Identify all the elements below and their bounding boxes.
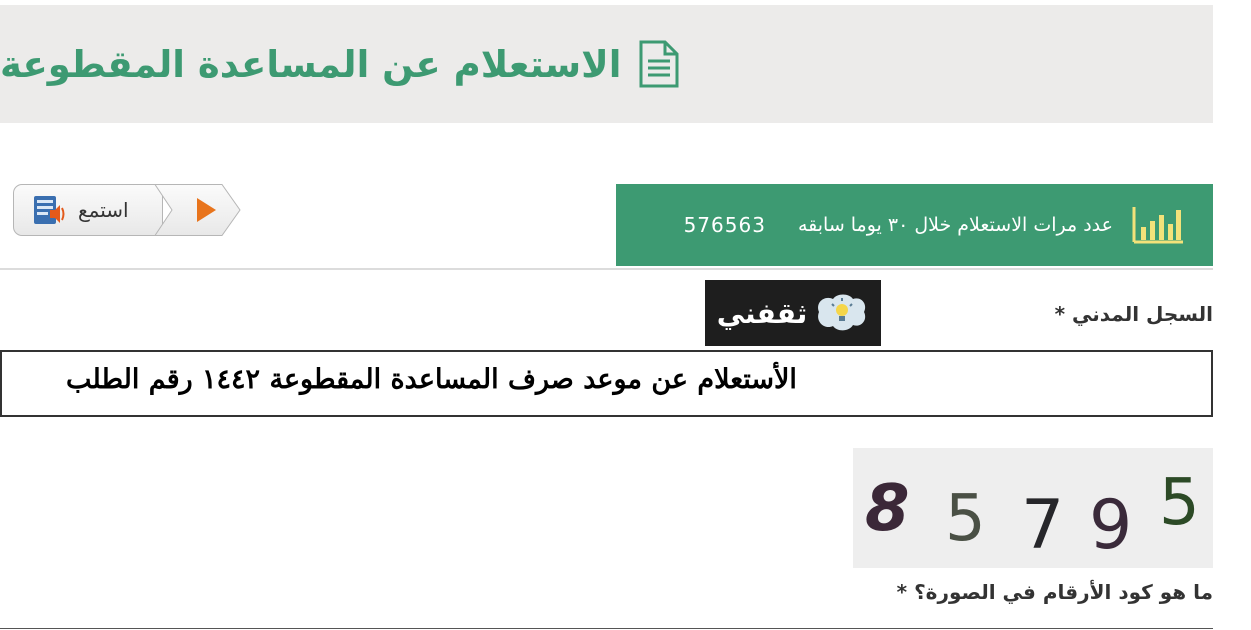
bar-chart-icon xyxy=(1132,207,1183,244)
stats-bar: عدد مرات الاستعلام خلال ٣٠ يوما سابقه 57… xyxy=(616,184,1213,266)
civil-registry-value: الأستعلام عن موعد صرف المساعدة المقطوعة … xyxy=(66,364,797,395)
captcha-digit: 7 xyxy=(1021,486,1064,565)
divider xyxy=(0,268,1213,270)
page-title: الاستعلام عن المساعدة المقطوعة xyxy=(0,42,622,86)
speaker-icon xyxy=(34,196,65,224)
listen-label: استمع xyxy=(78,198,129,222)
play-button[interactable] xyxy=(154,184,241,236)
watermark-logo: ثقفني xyxy=(705,280,881,346)
captcha-digit: 5 xyxy=(1159,466,1200,540)
stats-label: عدد مرات الاستعلام خلال ٣٠ يوما سابقه xyxy=(797,214,1113,236)
watermark-text: ثقفني xyxy=(716,296,808,330)
document-icon xyxy=(639,40,679,88)
bottom-divider xyxy=(0,628,1213,629)
lightbulb-bubble-icon xyxy=(818,294,866,331)
captcha-digit: 9 xyxy=(1089,486,1132,565)
captcha-label: ما هو كود الأرقام في الصورة؟ * xyxy=(896,580,1213,604)
civil-registry-input[interactable]: الأستعلام عن موعد صرف المساعدة المقطوعة … xyxy=(0,350,1213,417)
captcha-digit: 5 xyxy=(945,482,986,556)
captcha-digit: 8 xyxy=(865,472,910,546)
page-header: الاستعلام عن المساعدة المقطوعة xyxy=(0,5,1213,123)
listen-widget[interactable]: استمع xyxy=(13,184,241,236)
civil-registry-label: السجل المدني * xyxy=(1054,302,1213,326)
listen-button[interactable]: استمع xyxy=(13,184,163,236)
captcha-image: 8 5 7 9 5 xyxy=(853,448,1213,568)
stats-count: 576563 xyxy=(683,213,766,237)
